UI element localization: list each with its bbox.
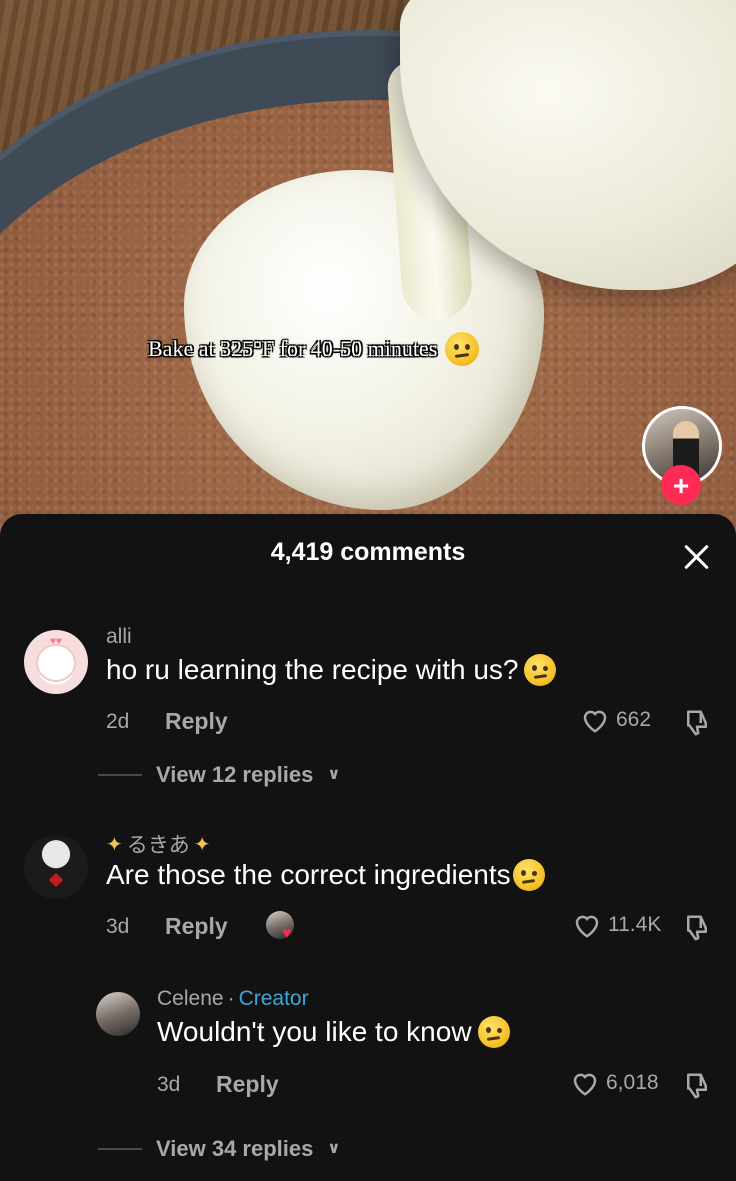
heart-outline-icon: [583, 710, 607, 733]
raised-eyebrow-emoji-icon: [524, 654, 557, 686]
like-count: 11.4K: [608, 913, 662, 936]
red-heart-icon: ♥: [282, 925, 292, 942]
comment-timestamp: 3d: [106, 915, 130, 938]
comment-username: るきあ: [126, 834, 190, 857]
sparkle-icon: ✦: [193, 833, 211, 856]
reply-timestamp: 3d: [157, 1073, 181, 1096]
follow-button[interactable]: +: [661, 465, 701, 505]
reply-button[interactable]: Reply: [165, 913, 228, 940]
reply-text-content: Wouldn't you like to know: [157, 1016, 472, 1047]
like-button[interactable]: 11.4K: [572, 911, 661, 939]
divider-line: [98, 774, 142, 776]
red-accent-mark: [48, 872, 64, 888]
dislike-icon[interactable]: [682, 913, 712, 943]
close-icon[interactable]: [682, 542, 712, 572]
bear-avatar-image: [38, 646, 74, 680]
chevron-down-icon: ∨: [327, 1140, 341, 1157]
view-replies-label: View 34 replies: [156, 1136, 314, 1161]
comment-username[interactable]: alli: [106, 625, 132, 649]
comments-count-title: 4,419 comments: [270, 538, 466, 566]
separator-dot: ·: [227, 987, 235, 1010]
skeptical-face-emoji-icon: [445, 332, 480, 366]
dislike-icon[interactable]: [682, 1071, 712, 1101]
comment-text-content: ho ru learning the recipe with us?: [106, 654, 519, 685]
video-caption: Bake at 325°F for 40-50 minutes: [148, 332, 480, 366]
creator-tag: Creator: [238, 987, 309, 1010]
like-button[interactable]: 662: [580, 706, 651, 734]
view-replies-button[interactable]: View 34 replies ∨: [98, 1136, 340, 1162]
smirk-emoji-icon: [477, 1016, 510, 1048]
sparkle-icon: ✦: [106, 833, 123, 856]
avatar[interactable]: [96, 992, 140, 1036]
like-button[interactable]: 6,018: [570, 1069, 659, 1097]
view-replies-label: View 12 replies: [156, 762, 314, 787]
heart-outline-icon: [575, 915, 599, 938]
caption-text: Bake at 325°F for 40-50 minutes: [148, 336, 438, 361]
reply-button[interactable]: Reply: [165, 708, 228, 735]
comment-text: Are those the correct ingredients: [106, 859, 545, 891]
divider-line: [98, 1148, 142, 1150]
comments-sheet: 4,419 comments ♥♥ alli ho ru learning th…: [0, 514, 736, 1181]
dislike-icon[interactable]: [682, 708, 712, 738]
chevron-down-icon: ∨: [327, 766, 341, 783]
liked-by-creator-badge: ♥: [266, 911, 300, 945]
video-player[interactable]: Bake at 325°F for 40-50 minutes +: [0, 0, 736, 540]
like-count: 662: [616, 708, 652, 731]
comment-timestamp: 2d: [106, 710, 130, 733]
view-replies-button[interactable]: View 12 replies ∨: [98, 762, 340, 788]
comment-text-content: Are those the correct ingredients: [106, 859, 511, 890]
raised-eyebrow-emoji-icon: [512, 859, 545, 891]
comment-username-group[interactable]: ✦ るきあ ✦: [106, 829, 211, 859]
reply-username-group[interactable]: Celene · Creator: [157, 987, 309, 1011]
reply-text: Wouldn't you like to know: [157, 1016, 510, 1048]
avatar[interactable]: [24, 835, 88, 899]
heart-outline-icon: [573, 1073, 597, 1096]
avatar[interactable]: ♥♥: [24, 630, 88, 694]
reply-username: Celene: [157, 987, 224, 1010]
like-count: 6,018: [606, 1071, 659, 1094]
comment-text: ho ru learning the recipe with us?: [106, 654, 557, 686]
reply-button[interactable]: Reply: [216, 1071, 279, 1098]
